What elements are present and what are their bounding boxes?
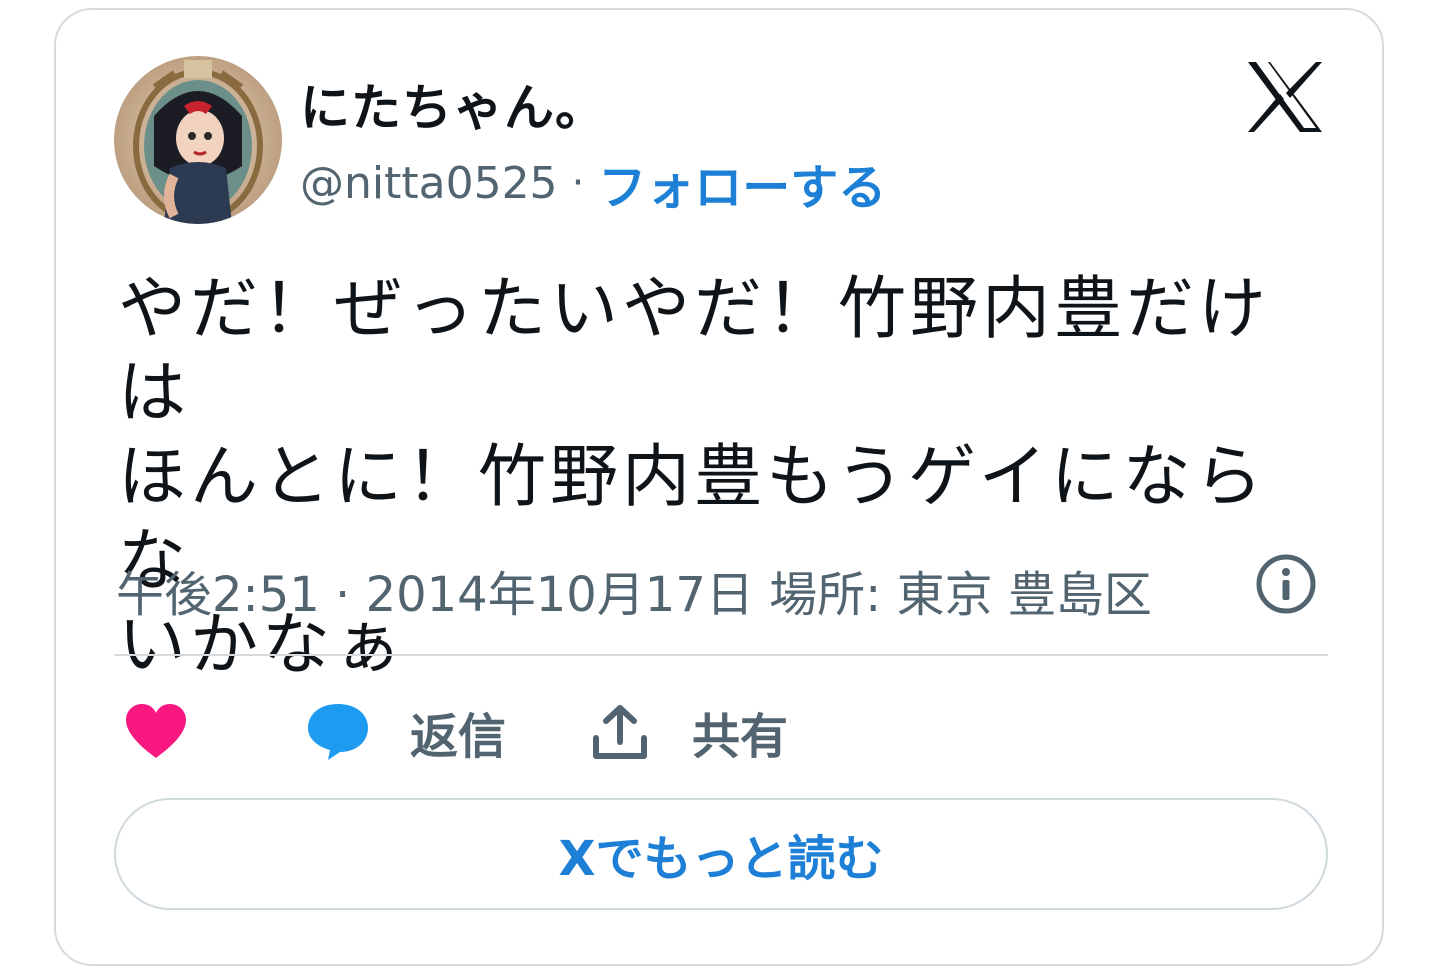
- heart-icon[interactable]: [124, 702, 188, 760]
- share-button[interactable]: 共有: [590, 690, 788, 774]
- speech-bubble-icon: [308, 704, 368, 760]
- reply-button[interactable]: 返信: [306, 690, 506, 774]
- read-more-button[interactable]: Xでもっと読む: [114, 798, 1328, 910]
- reply-label: 返信: [410, 709, 507, 765]
- separator-dot: ·: [571, 160, 585, 206]
- info-icon[interactable]: [1254, 552, 1318, 616]
- share-upload-icon: [593, 705, 647, 759]
- avatar[interactable]: [114, 56, 282, 224]
- share-label: 共有: [692, 709, 789, 765]
- divider: [114, 654, 1328, 656]
- tweet-timestamp-location[interactable]: 午後2:51 · 2014年10月17日 場所: 東京 豊島区: [116, 555, 1152, 625]
- tweet-text: やだ！ぜったいやだ！竹野内豊だけは ほんとに！竹野内豊もうゲイにならな いかなぁ: [118, 270, 1271, 685]
- user-handle[interactable]: @nitta0525: [300, 158, 558, 209]
- follow-link[interactable]: フォローする: [598, 148, 886, 218]
- action-bar: 返信 共有: [118, 690, 1318, 780]
- display-name[interactable]: にたちゃん。: [300, 68, 606, 140]
- avatar-image: [114, 56, 282, 224]
- tweet-embed-card: にたちゃん。 @nitta0525 · フォローする やだ！ぜったいやだ！竹野内…: [54, 8, 1384, 966]
- handle-row: @nitta0525 · フォローする: [300, 148, 886, 218]
- x-logo-icon[interactable]: [1246, 60, 1324, 134]
